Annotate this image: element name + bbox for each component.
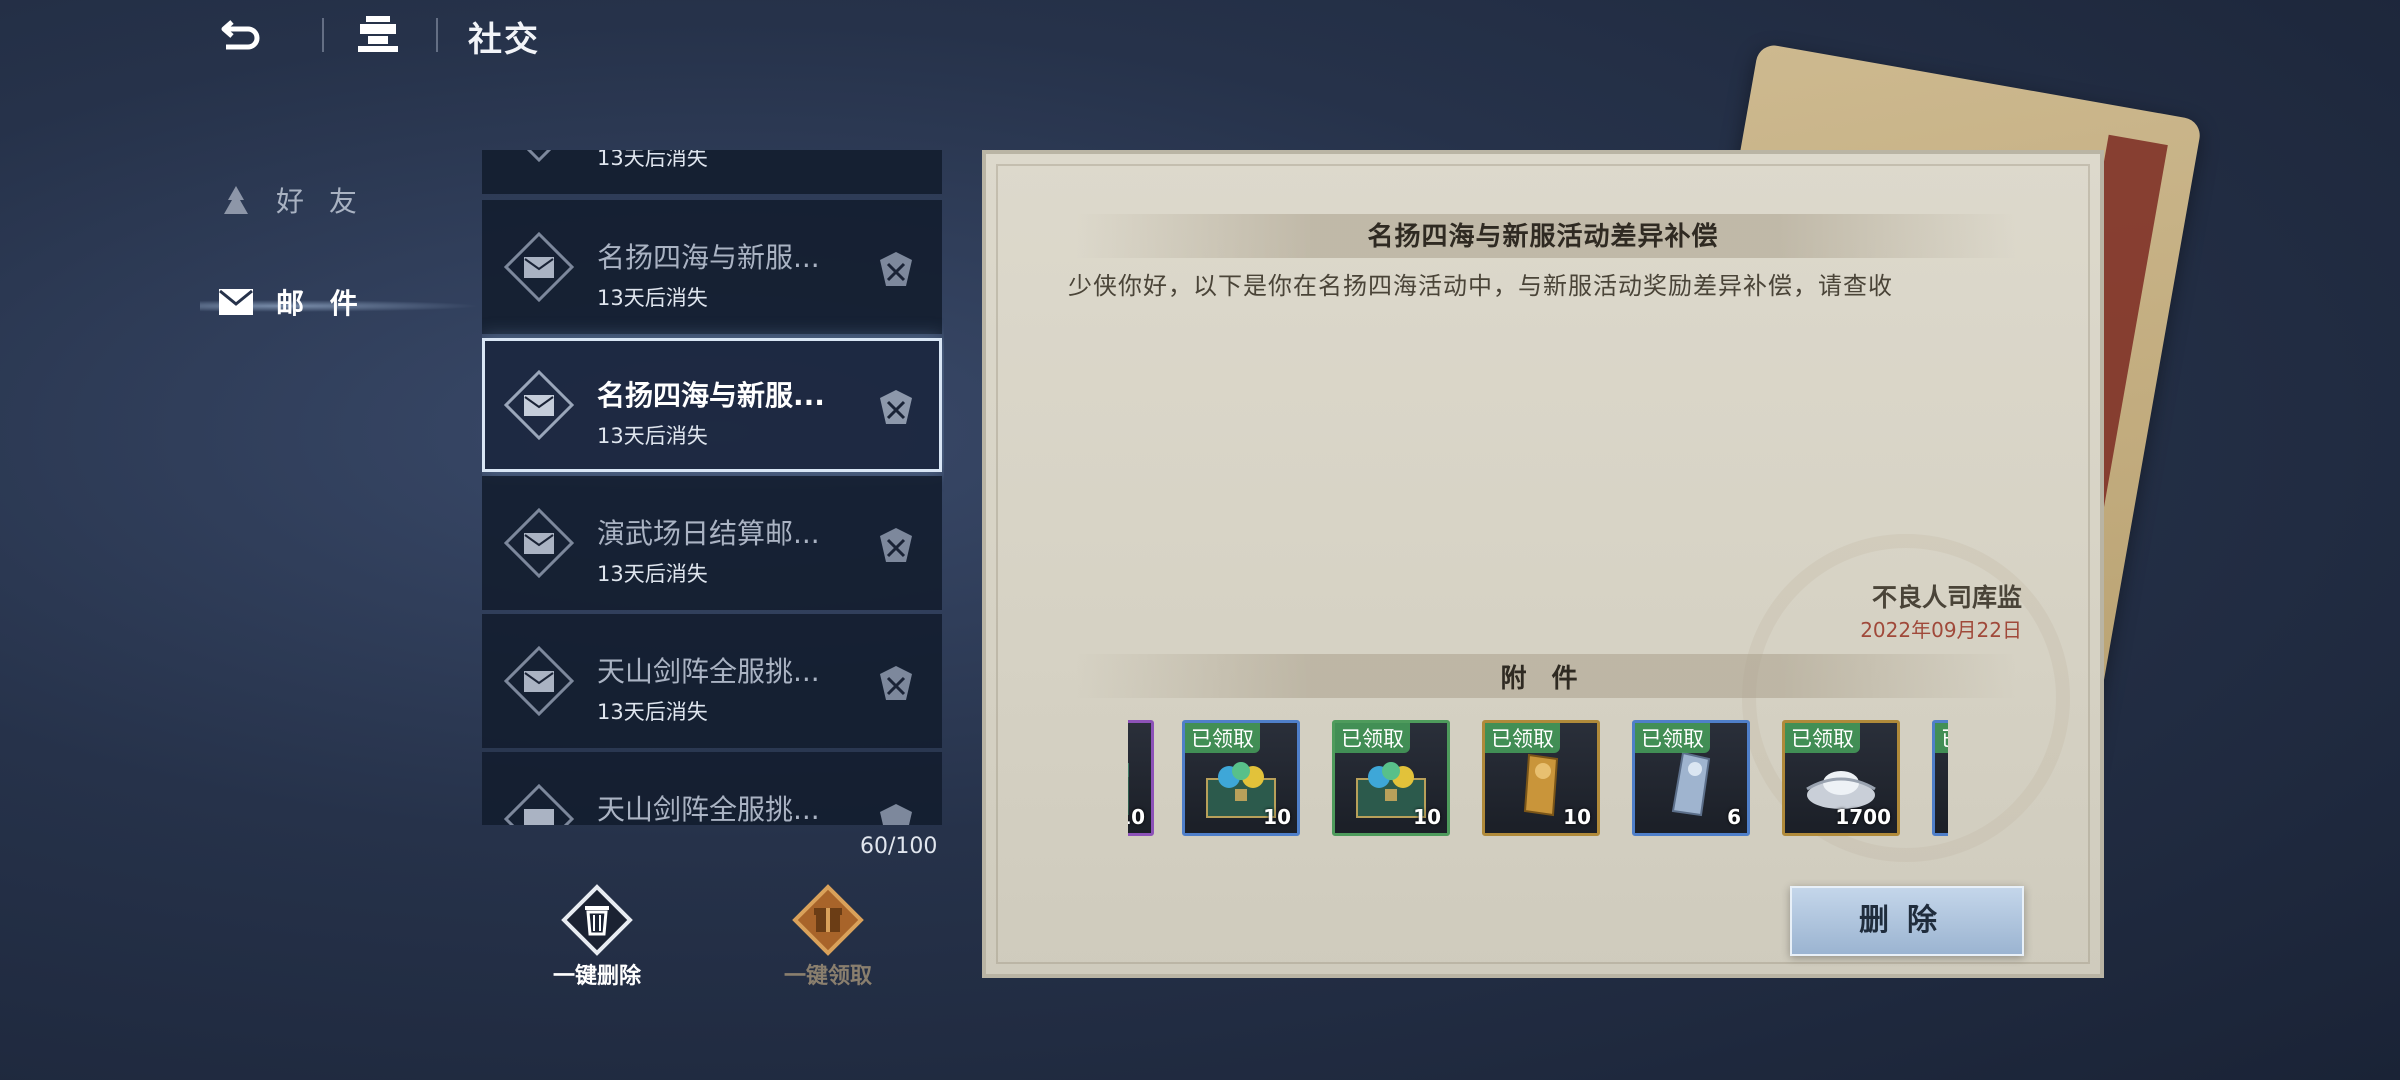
mail-detail-panel: 名扬四海与新服活动差异补偿 少侠你好，以下是你在名扬四海活动中，与新服活动奖励差… <box>982 150 2104 978</box>
delete-all-label: 一键删除 <box>552 964 641 989</box>
mail-diamond-icon <box>504 784 574 825</box>
attachments-title: 附 件 <box>1500 664 1586 694</box>
mail-item[interactable]: 名扬四海与新服... 13天后消失 <box>482 200 942 334</box>
attachment-qty: 10 <box>1563 805 1591 829</box>
mail-expiry: 13天后消失 <box>597 150 708 170</box>
attachment-item[interactable]: 已领取 10 <box>1482 720 1600 836</box>
mail-title: 天山剑阵全服挑... <box>597 655 820 688</box>
trash-icon <box>561 884 633 956</box>
mail-expiry: 13天后消失 <box>597 700 708 724</box>
mail-expiry: 13天后消失 <box>597 286 708 310</box>
attachment-item[interactable]: 已 <box>1932 720 1948 836</box>
top-bar: 社交 <box>0 0 2400 70</box>
gift-icon <box>792 884 864 956</box>
silver-token-icon <box>1671 751 1711 817</box>
mail-item[interactable]: 天山剑阵全服挑... <box>482 752 942 825</box>
mail-diamond-icon <box>504 646 574 716</box>
delete-mail-icon[interactable] <box>876 388 916 426</box>
claim-all-label: 一键领取 <box>783 964 872 989</box>
attachment-item[interactable]: 已领取 1700 <box>1782 720 1900 836</box>
mail-expiry: 13天后消失 <box>597 562 708 586</box>
attachment-item[interactable]: 已领取 10 <box>1332 720 1450 836</box>
mail-diamond-icon <box>504 508 574 578</box>
delete-mail-icon[interactable] <box>876 664 916 702</box>
envelope-icon <box>219 289 253 315</box>
attachments-strip[interactable]: 10 已领取 10 已领取 10 <box>1128 720 1948 840</box>
mail-item[interactable]: 天山剑阵全服挑... 13天后消失 <box>482 614 942 748</box>
claimed-tag: 已领取 <box>1335 723 1410 753</box>
delete-mail-icon[interactable] <box>876 802 916 825</box>
mail-expiry: 13天后消失 <box>597 424 708 448</box>
claimed-tag: 已领取 <box>1485 723 1560 753</box>
mail-item-selected[interactable]: 名扬四海与新服... 13天后消失 <box>482 338 942 472</box>
claim-all-button[interactable]: 一键领取 <box>758 878 898 989</box>
mail-sender: 不良人司库监 <box>1871 583 2022 612</box>
mail-diamond-icon <box>504 232 574 302</box>
attachment-qty: 10 <box>1128 805 1145 829</box>
mail-title: 名扬四海与新服... <box>597 379 825 412</box>
nav-friends[interactable]: 好 友 <box>218 180 365 220</box>
nav-friends-label: 好 友 <box>276 185 365 218</box>
mail-diamond-icon <box>504 370 574 440</box>
attachment-item[interactable]: 已领取 6 <box>1632 720 1750 836</box>
nav-mail-label: 邮 件 <box>276 287 366 320</box>
claimed-tag: 已领取 <box>1185 723 1260 753</box>
delete-mail-icon[interactable] <box>876 526 916 564</box>
mail-title: 天山剑阵全服挑... <box>597 793 820 825</box>
mail-detail-title: 名扬四海与新服活动差异补偿 <box>1367 222 1719 252</box>
attachment-item[interactable]: 10 <box>1128 720 1154 836</box>
attachment-qty: 1700 <box>1835 805 1891 829</box>
friends-icon <box>224 186 248 214</box>
delete-all-button[interactable]: 一键删除 <box>527 878 667 989</box>
claimed-tag: 已 <box>1935 723 1948 753</box>
mail-detail-body: 少侠你好，以下是你在名扬四海活动中，与新服活动奖励差异补偿，请查收 <box>1068 272 1893 300</box>
back-icon[interactable] <box>218 14 266 54</box>
divider <box>436 18 438 52</box>
mail-list[interactable]: 13天后消失 名扬四海与新服... 13天后消失 名扬四海与新服... 13天后… <box>482 150 944 825</box>
page-title: 社交 <box>468 20 540 60</box>
claimed-tag: 已领取 <box>1635 723 1710 753</box>
mail-item[interactable]: 13天后消失 <box>482 150 942 194</box>
mail-diamond-icon <box>526 150 552 162</box>
attachment-qty: 10 <box>1413 805 1441 829</box>
claimed-tag: 已领取 <box>1785 723 1860 753</box>
delete-mail-icon[interactable] <box>876 250 916 288</box>
attachment-qty: 10 <box>1263 805 1291 829</box>
mail-date: 2022年09月22日 <box>1860 618 2022 642</box>
nav-mail[interactable]: 邮 件 <box>218 282 366 322</box>
delete-mail-button[interactable]: 删除 <box>1790 886 2024 956</box>
mail-count: 60/100 <box>860 834 938 859</box>
mail-title: 名扬四海与新服... <box>597 241 820 274</box>
mail-item[interactable]: 演武场日结算邮... 13天后消失 <box>482 476 942 610</box>
divider <box>322 18 324 52</box>
attachment-item[interactable]: 已领取 10 <box>1182 720 1300 836</box>
mail-title: 演武场日结算邮... <box>597 517 820 550</box>
home-icon[interactable] <box>354 14 402 56</box>
attachment-qty: 6 <box>1727 805 1741 829</box>
